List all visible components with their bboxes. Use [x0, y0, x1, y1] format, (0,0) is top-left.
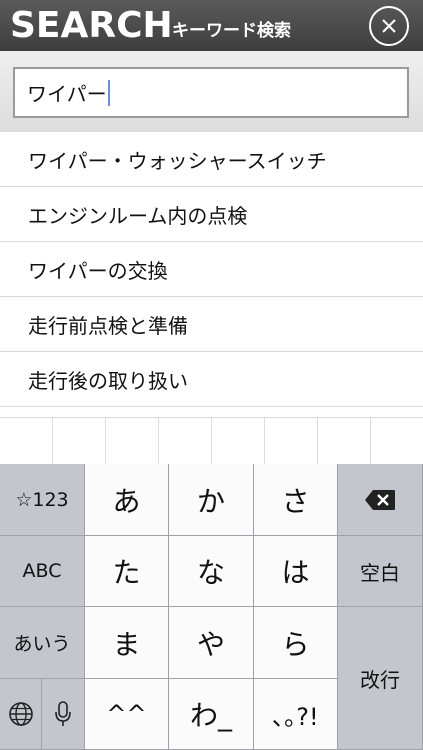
suggestion-item[interactable]: ワイパー・ウォッシャースイッチ — [0, 132, 423, 187]
suggestion-item[interactable]: 走行前点検と準備 — [0, 297, 423, 352]
brand-title: SEARCH — [10, 5, 173, 46]
key-kaomoji[interactable]: ^^ — [85, 679, 169, 750]
key-globe[interactable] — [0, 679, 42, 750]
close-button[interactable] — [369, 6, 409, 46]
search-area: ワイパー — [0, 51, 423, 132]
candidate-cell[interactable] — [371, 418, 423, 464]
key-backspace[interactable] — [338, 464, 423, 536]
key-sa[interactable]: さ — [254, 464, 338, 536]
search-input[interactable]: ワイパー — [13, 67, 409, 118]
key-space[interactable]: 空白 — [338, 536, 423, 607]
globe-icon — [8, 702, 33, 726]
candidate-cell[interactable] — [0, 418, 53, 464]
key-ka[interactable]: か — [169, 464, 254, 536]
candidate-bar — [0, 417, 423, 464]
candidate-cell[interactable] — [212, 418, 265, 464]
key-ha[interactable]: は — [254, 536, 338, 607]
list-spacer — [0, 407, 423, 417]
key-a[interactable]: あ — [85, 464, 169, 536]
key-symbols-numbers[interactable]: ☆123 — [0, 464, 85, 536]
suggestion-item[interactable]: 走行後の取り扱い — [0, 352, 423, 407]
key-aiu[interactable]: あいう — [0, 607, 85, 679]
candidate-cell[interactable] — [318, 418, 371, 464]
key-wa[interactable]: わ_ — [169, 679, 254, 750]
key-ma[interactable]: ま — [85, 607, 169, 679]
candidate-cell[interactable] — [106, 418, 159, 464]
key-return[interactable]: 改行 — [338, 607, 423, 750]
text-caret — [107, 79, 110, 106]
keyboard: ☆123 ABC あいう あ か さ た な は ま や ら ^^ わ_ ､｡?… — [0, 464, 423, 750]
suggestion-list: ワイパー・ウォッシャースイッチ エンジンルーム内の点検 ワイパーの交換 走行前点… — [0, 132, 423, 407]
key-na[interactable]: な — [169, 536, 254, 607]
suggestion-item[interactable]: エンジンルーム内の点検 — [0, 187, 423, 242]
app-header: SEARCH キーワード検索 — [0, 0, 423, 51]
key-ra[interactable]: ら — [254, 607, 338, 679]
key-punctuation[interactable]: ､｡?! — [254, 679, 338, 750]
candidate-cell[interactable] — [159, 418, 212, 464]
key-ta[interactable]: た — [85, 536, 169, 607]
search-input-value: ワイパー — [27, 82, 107, 106]
close-icon — [382, 19, 396, 33]
key-ya[interactable]: や — [169, 607, 254, 679]
key-abc[interactable]: ABC — [0, 536, 85, 607]
candidate-cell[interactable] — [53, 418, 106, 464]
candidate-cell[interactable] — [265, 418, 318, 464]
microphone-icon — [55, 701, 71, 726]
header-subtitle: キーワード検索 — [172, 21, 291, 41]
backspace-icon — [365, 489, 395, 510]
suggestion-item[interactable]: ワイパーの交換 — [0, 242, 423, 297]
key-microphone[interactable] — [42, 679, 85, 750]
